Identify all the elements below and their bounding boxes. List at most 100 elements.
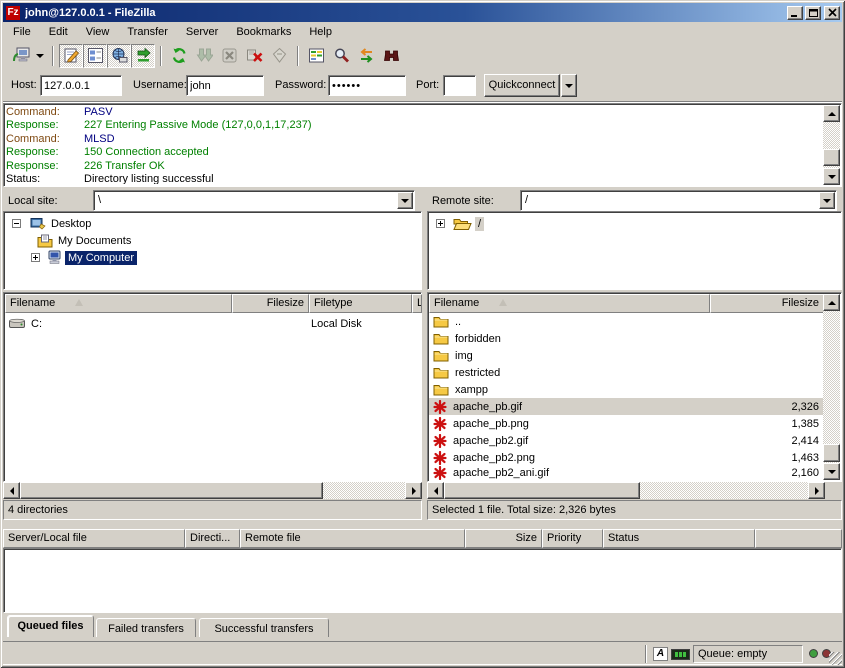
scroll-down-button[interactable]	[823, 168, 840, 185]
local-column-filetype[interactable]: Filetype	[309, 294, 412, 313]
local-column-filesize[interactable]: Filesize	[232, 294, 309, 313]
queue-list[interactable]	[3, 548, 842, 613]
queue-column-direction[interactable]: Directi...	[185, 529, 240, 548]
menu-bookmarks[interactable]: Bookmarks	[227, 23, 300, 41]
scroll-down-button[interactable]	[823, 463, 840, 480]
toggle-remote-tree-button[interactable]	[107, 44, 131, 68]
bottom-status-bar: A Queue: empty	[3, 641, 842, 665]
abort-button[interactable]	[267, 44, 292, 68]
local-file-type: Local Disk	[311, 318, 362, 330]
menu-view[interactable]: View	[77, 23, 119, 41]
folder-icon	[433, 315, 449, 328]
maximize-button[interactable]	[805, 6, 821, 20]
remote-file-row[interactable]: ..	[429, 313, 824, 330]
quickconnect-dropdown[interactable]	[561, 74, 577, 97]
scroll-up-button[interactable]	[823, 105, 840, 122]
local-column-lastmodified[interactable]: L	[412, 294, 422, 313]
menu-help[interactable]: Help	[300, 23, 341, 41]
log-scrollbar[interactable]	[823, 105, 840, 185]
site-manager-button[interactable]	[8, 44, 33, 68]
remote-column-filename[interactable]: Filename	[429, 294, 710, 313]
remote-file-row[interactable]: apache_pb2.gif2,414	[429, 432, 824, 449]
local-file-name: C:	[31, 318, 42, 330]
plus-box-icon	[436, 219, 445, 228]
username-input[interactable]	[186, 75, 264, 96]
synchronized-browsing-button[interactable]	[354, 44, 379, 68]
scroll-thumb[interactable]	[823, 149, 840, 166]
scroll-left-button[interactable]	[3, 482, 20, 499]
tree-item-desktop[interactable]: Desktop	[6, 215, 419, 232]
scroll-thumb[interactable]	[823, 444, 840, 462]
log-line: Command:MLSD	[6, 133, 822, 146]
local-site-value: \	[98, 194, 101, 206]
toggle-transfer-queue-button[interactable]	[131, 44, 155, 68]
remote-site-combo[interactable]: /	[520, 190, 837, 211]
password-input[interactable]	[328, 75, 406, 96]
remote-file-row[interactable]: forbidden	[429, 330, 824, 347]
file-search-button[interactable]	[379, 44, 404, 68]
filename-filters-button[interactable]	[329, 44, 354, 68]
local-hscrollbar[interactable]	[3, 482, 422, 499]
queue-column-serverlocal[interactable]: Server/Local file	[3, 529, 185, 548]
sort-ascending-icon	[75, 299, 83, 306]
tree-item-my-documents[interactable]: My Documents	[6, 232, 419, 249]
remote-list-scrollbar[interactable]	[823, 294, 840, 480]
remote-file-row[interactable]: apache_pb2_ani.gif2,160	[429, 464, 824, 481]
local-file-row[interactable]: C: Local Disk	[5, 315, 421, 332]
scroll-left-button[interactable]	[427, 482, 444, 499]
log-line: Response:150 Connection accepted	[6, 146, 822, 159]
queue-column-size[interactable]: Size	[465, 529, 542, 548]
remote-hscrollbar[interactable]	[427, 482, 825, 499]
tab-successful-transfers[interactable]: Successful transfers	[199, 618, 329, 637]
close-button[interactable]	[824, 6, 840, 20]
local-site-dropdown[interactable]	[397, 192, 413, 209]
tree-item-my-computer[interactable]: My Computer	[6, 249, 419, 266]
remote-site-dropdown[interactable]	[819, 192, 835, 209]
process-queue-button[interactable]	[192, 44, 217, 68]
scroll-thumb[interactable]	[20, 482, 323, 499]
queue-column-priority[interactable]: Priority	[542, 529, 603, 548]
local-site-combo[interactable]: \	[93, 190, 415, 211]
remote-column-filesize[interactable]: Filesize	[710, 294, 824, 313]
disconnect-button[interactable]	[242, 44, 267, 68]
menu-file[interactable]: File	[4, 23, 40, 41]
host-input[interactable]	[40, 75, 122, 96]
toggle-local-tree-button[interactable]	[83, 44, 107, 68]
resize-grip[interactable]	[829, 652, 842, 665]
tree-expand-toggle[interactable]	[31, 253, 40, 262]
menu-edit[interactable]: Edit	[40, 23, 77, 41]
site-manager-dropdown[interactable]	[33, 44, 47, 68]
minimize-button[interactable]	[787, 6, 803, 20]
remote-file-row[interactable]: restricted	[429, 364, 824, 381]
plus-box-icon	[31, 253, 40, 262]
directory-comparison-button[interactable]	[304, 44, 329, 68]
transfer-type-icon[interactable]: A	[653, 647, 668, 661]
queue-column-remotefile[interactable]: Remote file	[240, 529, 465, 548]
tab-failed-transfers[interactable]: Failed transfers	[96, 618, 196, 637]
local-column-filename[interactable]: Filename	[5, 294, 232, 313]
refresh-button[interactable]	[167, 44, 192, 68]
scroll-thumb[interactable]	[444, 482, 640, 499]
tree-collapse-toggle[interactable]	[12, 219, 21, 228]
remote-file-row[interactable]: xampp	[429, 381, 824, 398]
remote-file-row-selected[interactable]: apache_pb.gif2,326	[429, 398, 824, 415]
refresh-icon	[171, 47, 188, 64]
tree-expand-toggle[interactable]	[436, 219, 445, 228]
remote-file-row[interactable]: img	[429, 347, 824, 364]
scroll-right-button[interactable]	[405, 482, 422, 499]
port-input[interactable]	[443, 75, 476, 96]
tree-item-root[interactable]: /	[430, 215, 839, 232]
quickconnect-button[interactable]: Quickconnect	[484, 74, 560, 97]
scroll-right-button[interactable]	[808, 482, 825, 499]
scroll-up-button[interactable]	[823, 294, 840, 311]
toggle-message-log-button[interactable]	[59, 44, 83, 68]
cancel-button[interactable]	[217, 44, 242, 68]
speed-limit-icon[interactable]	[671, 649, 690, 660]
menu-server[interactable]: Server	[177, 23, 227, 41]
tab-queued-files[interactable]: Queued files	[7, 615, 94, 637]
local-file-list: Filename Filesize Filetype L C: Local Di…	[3, 292, 422, 482]
queue-column-empty	[755, 529, 842, 548]
remote-file-row[interactable]: apache_pb.png1,385	[429, 415, 824, 432]
queue-column-status[interactable]: Status	[603, 529, 755, 548]
menu-transfer[interactable]: Transfer	[118, 23, 177, 41]
